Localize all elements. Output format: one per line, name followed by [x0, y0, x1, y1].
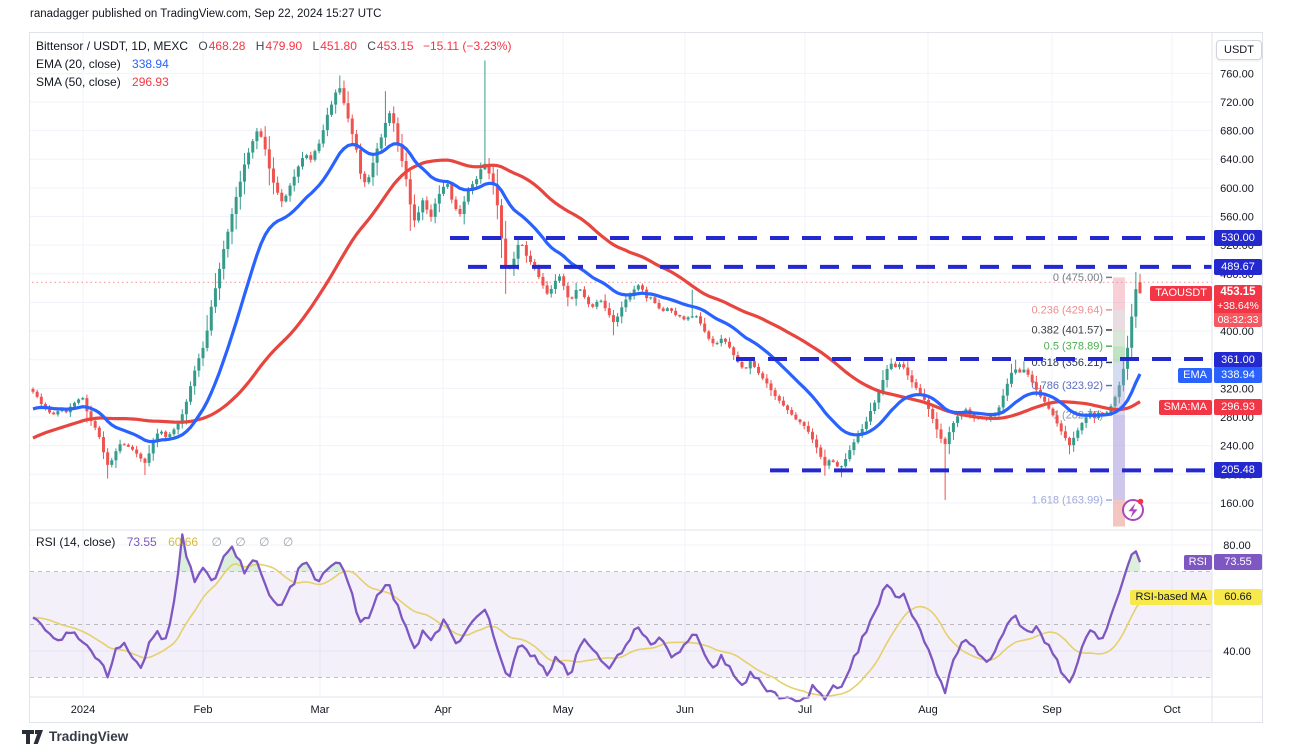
level-489-badge: 489.67: [1214, 259, 1262, 275]
low-value: 451.80: [320, 39, 357, 53]
change-value: −15.11 (−3.23%): [423, 39, 512, 53]
open-label: O: [198, 39, 207, 53]
svg-text:1.618 (163.99): 1.618 (163.99): [1031, 495, 1103, 507]
rsi-ma-value: 60.66: [168, 535, 198, 549]
svg-text:720.00: 720.00: [1220, 97, 1254, 109]
svg-text:400.00: 400.00: [1220, 326, 1254, 338]
svg-text:160.00: 160.00: [1220, 498, 1254, 510]
change-percent-value: +38.64%: [1214, 300, 1262, 313]
svg-text:Sep: Sep: [1042, 704, 1062, 716]
symbol-legend-row[interactable]: Bittensor / USDT, 1D, MEXC O468.28 H479.…: [36, 39, 511, 53]
ema-pill: EMA: [1178, 368, 1212, 383]
symbol-price-pill: TAOUSDT: [1150, 286, 1212, 301]
svg-text:0.236 (429.64): 0.236 (429.64): [1031, 304, 1103, 316]
ema-legend-row[interactable]: EMA (20, close) 338.94: [36, 57, 169, 71]
ema-badge: 338.94: [1214, 367, 1262, 383]
chart-frame: 0 (475.00) 0.236 (429.64) 0.382 (401.57) 0.…: [30, 33, 1262, 722]
svg-text:0.382 (401.57): 0.382 (401.57): [1031, 324, 1103, 336]
tradingview-logo[interactable]: TradingView: [22, 729, 128, 744]
svg-text:May: May: [553, 704, 574, 716]
svg-text:2024: 2024: [71, 704, 95, 716]
rsi-hidden-values: ∅ ∅ ∅ ∅: [211, 535, 298, 549]
svg-text:640.00: 640.00: [1220, 154, 1254, 166]
attribution-text: ranadagger published on TradingView.com,…: [30, 8, 381, 20]
svg-text:600.00: 600.00: [1220, 183, 1254, 195]
svg-text:80.00: 80.00: [1223, 540, 1251, 552]
last-price-badge: 453.15 +38.64% 08:32:33: [1214, 285, 1262, 327]
close-label: C: [367, 39, 376, 53]
sma-pill: SMA:MA: [1159, 400, 1212, 415]
symbol-title: Bittensor / USDT, 1D, MEXC: [36, 39, 188, 53]
svg-text:Aug: Aug: [918, 704, 938, 716]
svg-text:760.00: 760.00: [1220, 68, 1254, 80]
ema-value: 338.94: [132, 57, 169, 71]
svg-text:560.00: 560.00: [1220, 212, 1254, 224]
currency-toggle-button[interactable]: USDT: [1216, 40, 1262, 60]
svg-text:Jul: Jul: [798, 704, 812, 716]
rsi-ma-pill: RSI-based MA: [1130, 590, 1212, 605]
svg-text:320.00: 320.00: [1220, 383, 1254, 395]
last-price-value: 453.15: [1214, 285, 1262, 300]
fib-band: [1113, 277, 1125, 526]
svg-text:0 (475.00): 0 (475.00): [1053, 272, 1103, 284]
high-label: H: [256, 39, 265, 53]
rsi-label: RSI (14, close): [36, 535, 115, 549]
svg-text:240.00: 240.00: [1220, 441, 1254, 453]
flash-icon: [1123, 499, 1143, 520]
high-value: 479.90: [265, 39, 302, 53]
open-value: 468.28: [209, 39, 246, 53]
low-label: L: [313, 39, 320, 53]
svg-text:Apr: Apr: [434, 704, 451, 716]
svg-text:0.786 (323.92): 0.786 (323.92): [1031, 380, 1103, 392]
rsi-legend-row[interactable]: RSI (14, close) 73.55 60.66 ∅ ∅ ∅ ∅: [36, 535, 298, 549]
sma-legend-row[interactable]: SMA (50, close) 296.93: [36, 75, 169, 89]
bar-countdown: 08:32:33: [1214, 313, 1262, 327]
sma-label: SMA (50, close): [36, 75, 121, 89]
sma-badge: 296.93: [1214, 399, 1262, 415]
level-205-badge: 205.48: [1214, 462, 1262, 478]
svg-text:Jun: Jun: [676, 704, 694, 716]
chart-canvas[interactable]: 0 (475.00) 0.236 (429.64) 0.382 (401.57) 0.…: [30, 33, 1262, 722]
svg-text:40.00: 40.00: [1223, 646, 1251, 658]
svg-text:0.5 (378.89): 0.5 (378.89): [1044, 341, 1103, 353]
tradingview-logo-icon: [22, 730, 43, 744]
svg-text:Feb: Feb: [194, 704, 213, 716]
close-value: 453.15: [377, 39, 414, 53]
svg-text:680.00: 680.00: [1220, 126, 1254, 138]
tradingview-logo-text: TradingView: [49, 729, 128, 744]
rsi-ma-badge: 60.66: [1214, 589, 1262, 605]
svg-text:Mar: Mar: [311, 704, 330, 716]
sma-value: 296.93: [132, 75, 169, 89]
level-361-badge: 361.00: [1214, 352, 1262, 368]
level-530-badge: 530.00: [1214, 230, 1262, 246]
tradingview-chart-page: ranadagger published on TradingView.com,…: [0, 0, 1292, 752]
ema-label: EMA (20, close): [36, 57, 121, 71]
svg-text:Oct: Oct: [1163, 704, 1180, 716]
rsi-pill: RSI: [1184, 555, 1212, 570]
rsi-badge: 73.55: [1214, 554, 1262, 570]
rsi-value: 73.55: [127, 535, 157, 549]
